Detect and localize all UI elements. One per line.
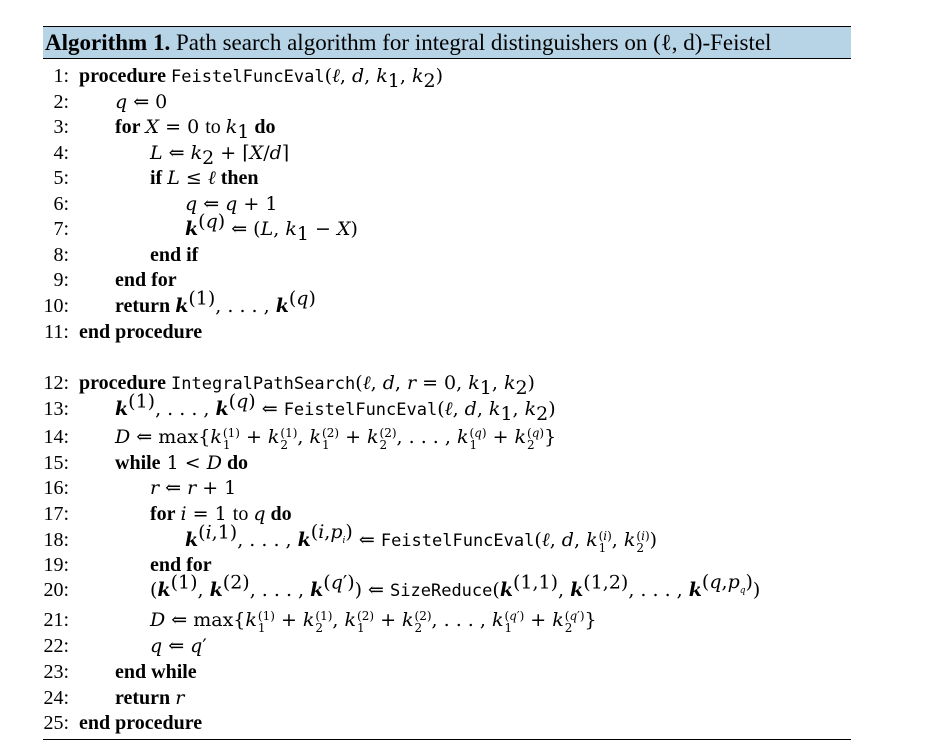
algo-line-21: 21: D ⇐ max{k (1) 1 + k (1) 2, k (2) 1 + k (2) 2,… <box>43 609 597 635</box>
algo-line-1: 1: procedure FeistelFuncEval(ℓ, d, k1, k2… <box>43 64 443 91</box>
algo-line-11: 11: end procedure <box>43 320 202 344</box>
line-number: 13: <box>43 398 69 420</box>
line-number: 12: <box>43 372 69 394</box>
algo-line-2: 2: q ⇐ 0 <box>43 90 167 114</box>
keyword-for: for <box>150 503 176 525</box>
keyword-then: then <box>220 167 259 189</box>
algo-line-20: 20: (k(1), k(2), . . . , k(q′)) ⇐ SizeRed… <box>43 571 761 601</box>
line-number: 7: <box>53 218 69 240</box>
line-number: 4: <box>53 142 69 164</box>
algo-line-9: 9: end for <box>43 268 177 292</box>
algo-line-16: 16: r ⇐ r + 1 <box>43 477 237 499</box>
algo-line-10: 10: return k(1), . . . , k(q) <box>43 287 316 317</box>
keyword-end-if: end if <box>150 244 199 266</box>
algo-line-13: 13: k(1), . . . , k(q) ⇐ FeistelFuncEval(… <box>43 390 556 425</box>
line-number: 25: <box>43 712 69 734</box>
algo-line-18: 18: k(i,1), . . . , k(i,pi) ⇐ FeistelFunc… <box>43 521 658 555</box>
algorithm-lines: 1: procedure FeistelFuncEval(ℓ, d, k1, k2… <box>43 0 851 747</box>
algo-line-23: 23: end while <box>43 660 197 684</box>
line-number: 3: <box>53 116 69 138</box>
line-number: 21: <box>43 609 69 631</box>
keyword-do: do <box>254 116 276 138</box>
line-number: 20: <box>43 579 69 601</box>
line-number: 5: <box>53 167 69 189</box>
keyword-do: do <box>270 503 292 525</box>
algo-line-3: 3: for X = 0 to k1 do <box>43 115 276 142</box>
algo-line-24: 24: return r <box>43 687 185 709</box>
line-number: 9: <box>53 269 69 291</box>
line-number: 24: <box>43 687 69 709</box>
keyword-to: to <box>205 116 221 138</box>
algo-line-15: 15: while 1 < D do <box>43 452 249 474</box>
line-number: 15: <box>43 452 69 474</box>
function-name: FeistelFuncEval <box>171 67 325 87</box>
line-number: 14: <box>43 426 69 448</box>
line-number: 1: <box>53 65 69 87</box>
line-number: 18: <box>43 529 69 551</box>
keyword-do: do <box>226 452 249 474</box>
line-number: 2: <box>53 91 69 113</box>
line-number: 22: <box>43 635 69 657</box>
function-name: FeistelFuncEval <box>380 531 535 551</box>
keyword-procedure: procedure <box>79 65 167 87</box>
keyword-end-procedure: end procedure <box>79 321 203 343</box>
function-name: SizeReduce <box>390 581 493 601</box>
algo-line-12: 12: procedure IntegralPathSearch(ℓ, d, r … <box>43 372 535 399</box>
line-number: 17: <box>43 503 69 525</box>
keyword-end-for: end for <box>115 269 177 291</box>
line-number: 23: <box>43 661 69 683</box>
algo-line-5: 5: if L ≤ ℓ then <box>43 166 259 190</box>
algo-line-17: 17: for i = 1 to q do <box>43 503 292 525</box>
keyword-return: return <box>115 687 171 709</box>
algo-line-8: 8: end if <box>43 243 198 267</box>
algo-line-7: 7: k(q) ⇐ (L, k1 − X) <box>43 212 357 244</box>
line-number: 6: <box>53 193 69 215</box>
bottom-rule <box>43 739 851 740</box>
keyword-end-while: end while <box>115 661 197 683</box>
algo-line-25: 25: end procedure <box>43 711 202 735</box>
keyword-while: while <box>115 452 161 474</box>
line-number: 8: <box>53 244 69 266</box>
algo-line-6: 6: q ⇐ q + 1 <box>43 192 277 216</box>
algo-line-4: 4: L ⇐ k2 + ⌈X/d⌉ <box>43 141 289 168</box>
keyword-for: for <box>115 116 141 138</box>
algo-line-22: 22: q ⇐ q′ <box>43 635 207 657</box>
line-number: 19: <box>43 554 69 576</box>
keyword-end-procedure: end procedure <box>79 712 203 734</box>
line-number: 10: <box>43 295 69 317</box>
function-name: FeistelFuncEval <box>283 400 438 420</box>
line-number: 16: <box>43 477 69 499</box>
keyword-if: if <box>150 167 163 189</box>
algo-line-14: 14: D ⇐ max{k (1) 1 + k (1) 2, k (2) 1 + k (2) 2,… <box>43 426 557 452</box>
keyword-return: return <box>115 295 171 317</box>
function-name: IntegralPathSearch <box>171 374 356 394</box>
line-number: 11: <box>44 321 69 343</box>
